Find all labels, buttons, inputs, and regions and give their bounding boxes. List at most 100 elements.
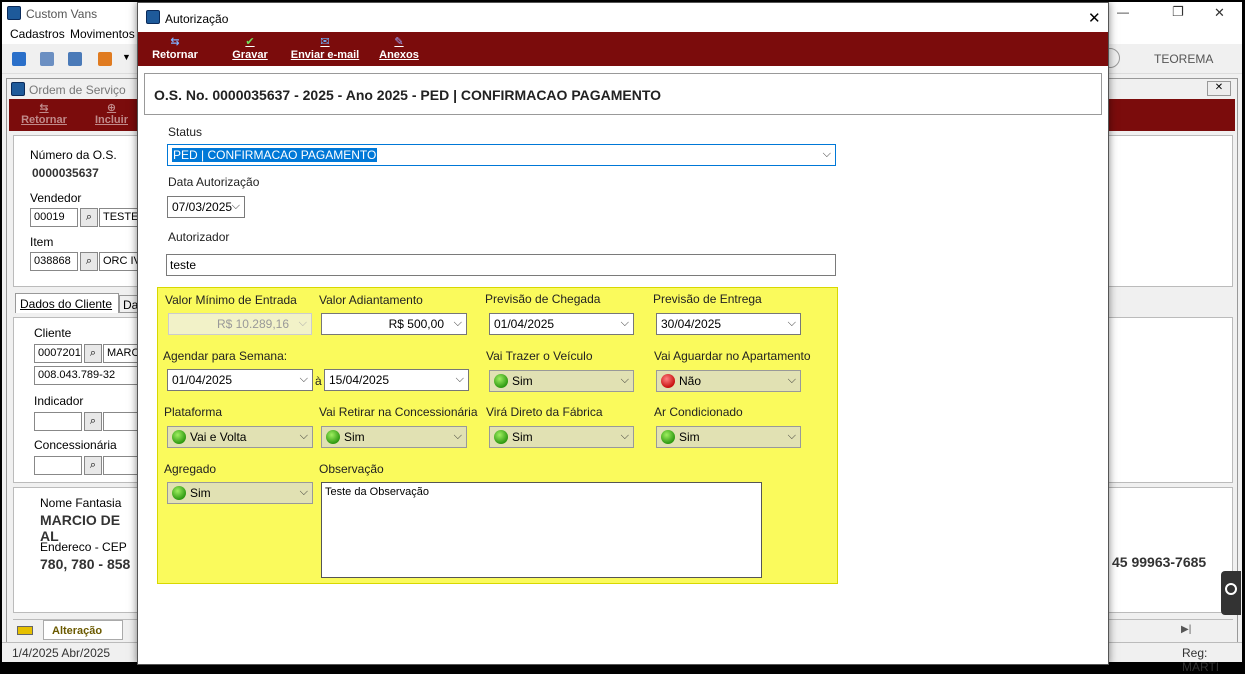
restore-button[interactable]: ❐ — [1172, 4, 1184, 20]
search-icon[interactable]: ⌕ — [80, 208, 98, 227]
os-title: Ordem de Serviço — [29, 83, 126, 97]
chevron-down-icon: ⌵ — [620, 374, 629, 386]
tab-alteracao[interactable]: Alteração — [43, 620, 123, 640]
retirar-value: Sim — [344, 430, 365, 444]
chevron-down-icon: ⌵ — [453, 430, 462, 442]
concessionaria-code-field[interactable] — [34, 456, 82, 475]
previsao-chegada-value: 01/04/2025 — [494, 317, 555, 331]
os-retornar-label: Retornar — [21, 114, 67, 126]
chevron-down-icon: ⌵ — [787, 374, 796, 386]
chevron-down-icon: ⌵ — [787, 317, 796, 329]
trazer-veiculo-select[interactable]: Sim ⌵ — [489, 370, 634, 392]
ar-condicionado-select[interactable]: Sim ⌵ — [656, 426, 801, 448]
search-icon[interactable]: ⌕ — [84, 344, 102, 363]
anexos-button[interactable]: ✎ Anexos — [378, 36, 420, 61]
aguardar-label: Vai Aguardar no Apartamento — [654, 349, 811, 363]
tools-icon[interactable] — [98, 52, 112, 66]
anexos-label: Anexos — [379, 49, 419, 61]
autorizador-input[interactable]: teste — [166, 254, 836, 276]
agregado-select[interactable]: Sim ⌵ — [167, 482, 313, 504]
numero-label: Número da O.S. — [30, 148, 117, 162]
status-on-icon — [494, 430, 508, 444]
plataforma-select[interactable]: Vai e Volta ⌵ — [167, 426, 313, 448]
next-icon[interactable]: ▶| — [1181, 624, 1191, 635]
vendedor-code-field[interactable]: 00019 — [30, 208, 78, 227]
valor-minimo-label: Valor Mínimo de Entrada — [165, 293, 297, 307]
aguardar-select[interactable]: Não ⌵ — [656, 370, 801, 392]
minimize-button[interactable]: — — [1117, 5, 1129, 19]
retirar-select[interactable]: Sim ⌵ — [321, 426, 467, 448]
close-button[interactable]: ✕ — [1214, 5, 1225, 21]
os-close-button[interactable]: ✕ — [1207, 81, 1231, 96]
cliente-code-field[interactable]: 0007201 — [34, 344, 82, 363]
dialog-close-button[interactable]: ✕ — [1088, 9, 1101, 27]
chevron-down-icon: ⌵ — [620, 430, 629, 442]
previsao-entrega-picker[interactable]: 30/04/2025 ⌵ — [656, 313, 801, 335]
chevron-down-icon: ⌵ — [299, 373, 308, 385]
status-label: Status — [168, 125, 203, 139]
endereco-label: Endereco - CEP — [40, 540, 127, 554]
valor-minimo-select[interactable]: R$ 10.289,16 ⌵ — [168, 313, 312, 335]
retornar-label: Retornar — [152, 49, 198, 61]
fantasia-panel: Nome Fantasia MARCIO DE AL Endereco - CE… — [13, 487, 141, 613]
agendar-to-value: 15/04/2025 — [329, 373, 390, 387]
app-title: Custom Vans — [26, 7, 98, 21]
search-icon[interactable]: ⌕ — [80, 252, 98, 271]
os-header-panel: Número da O.S. 0000035637 Vendedor 00019… — [13, 135, 143, 287]
menu-cadastros[interactable]: Cadastros — [10, 27, 65, 41]
agendar-from-picker[interactable]: 01/04/2025 ⌵ — [167, 369, 313, 391]
cliente-doc-field[interactable]: 008.043.789-32 — [34, 366, 142, 385]
side-handle[interactable] — [1221, 571, 1241, 615]
previsao-chegada-label: Previsão de Chegada — [485, 292, 601, 306]
trazer-veiculo-value: Sim — [512, 374, 533, 388]
item-label: Item — [30, 235, 54, 249]
status-select[interactable]: PED | CONFIRMACAO PAGAMENTO ⌵ — [167, 144, 836, 166]
fabrica-label: Virá Direto da Fábrica — [486, 405, 603, 419]
chevron-down-icon: ⌵ — [299, 430, 308, 442]
users-icon[interactable] — [40, 52, 54, 66]
valor-adiantamento-select[interactable]: R$ 500,00 ⌵ — [321, 313, 467, 335]
previsao-chegada-picker[interactable]: 01/04/2025 ⌵ — [489, 313, 634, 335]
status-value: PED | CONFIRMACAO PAGAMENTO — [172, 148, 378, 162]
agregado-label: Agregado — [164, 462, 217, 476]
chevron-down-icon[interactable]: ▼ — [122, 52, 131, 62]
chevron-down-icon: ⌵ — [299, 486, 308, 498]
os-incluir-button[interactable]: ⊕ Incluir — [89, 101, 134, 126]
tab-dados-cliente[interactable]: Dados do Cliente — [15, 293, 119, 313]
chevron-down-icon: ⌵ — [822, 148, 831, 160]
numero-value: 0000035637 — [32, 166, 99, 180]
return-icon: ⇆ — [39, 102, 49, 114]
data-autorizacao-picker[interactable]: 07/03/2025 ⌵ — [167, 196, 245, 218]
fabrica-select[interactable]: Sim ⌵ — [489, 426, 634, 448]
dialog-toolbar: ⇆ Retornar ✔ Gravar ✉ Enviar e-mail ✎ An… — [138, 32, 1108, 66]
item-code-field[interactable]: 038868 — [30, 252, 78, 271]
details-panel: Valor Mínimo de Entrada R$ 10.289,16 ⌵ V… — [157, 287, 838, 584]
indicador-code-field[interactable] — [34, 412, 82, 431]
retornar-button[interactable]: ⇆ Retornar — [150, 36, 200, 61]
add-icon: ⊕ — [106, 102, 117, 114]
observacao-textarea[interactable]: Teste da Observação — [321, 482, 762, 578]
retirar-label: Vai Retirar na Concessionária — [319, 405, 478, 419]
status-off-icon — [661, 374, 675, 388]
cliente-right-panel — [1107, 317, 1233, 483]
menu-movimentos[interactable]: Movimentos — [70, 27, 135, 41]
chevron-down-icon: ⌵ — [787, 430, 796, 442]
gravar-label: Gravar — [232, 49, 268, 61]
agendar-to-picker[interactable]: 15/04/2025 ⌵ — [324, 369, 469, 391]
phone-value: 45 99963-7685 — [1112, 554, 1207, 570]
enviar-email-button[interactable]: ✉ Enviar e-mail — [290, 36, 360, 61]
ar-condicionado-value: Sim — [679, 430, 700, 444]
ar-condicionado-label: Ar Condicionado — [654, 405, 743, 419]
concessionaria-label: Concessionária — [34, 438, 117, 452]
fabrica-value: Sim — [512, 430, 533, 444]
card-icon[interactable] — [68, 52, 82, 66]
cliente-panel: Cliente 0007201 ⌕ MARCIO 008.043.789-32 … — [13, 317, 143, 483]
search-icon[interactable]: ⌕ — [84, 456, 102, 475]
search-icon[interactable]: ⌕ — [84, 412, 102, 431]
save-icon[interactable] — [12, 52, 26, 66]
indicador-label: Indicador — [34, 394, 84, 408]
data-autorizacao-value: 07/03/2025 — [172, 200, 233, 214]
chevron-down-icon: ⌵ — [231, 200, 240, 212]
os-retornar-button[interactable]: ⇆ Retornar — [19, 101, 69, 126]
gravar-button[interactable]: ✔ Gravar — [230, 36, 270, 61]
